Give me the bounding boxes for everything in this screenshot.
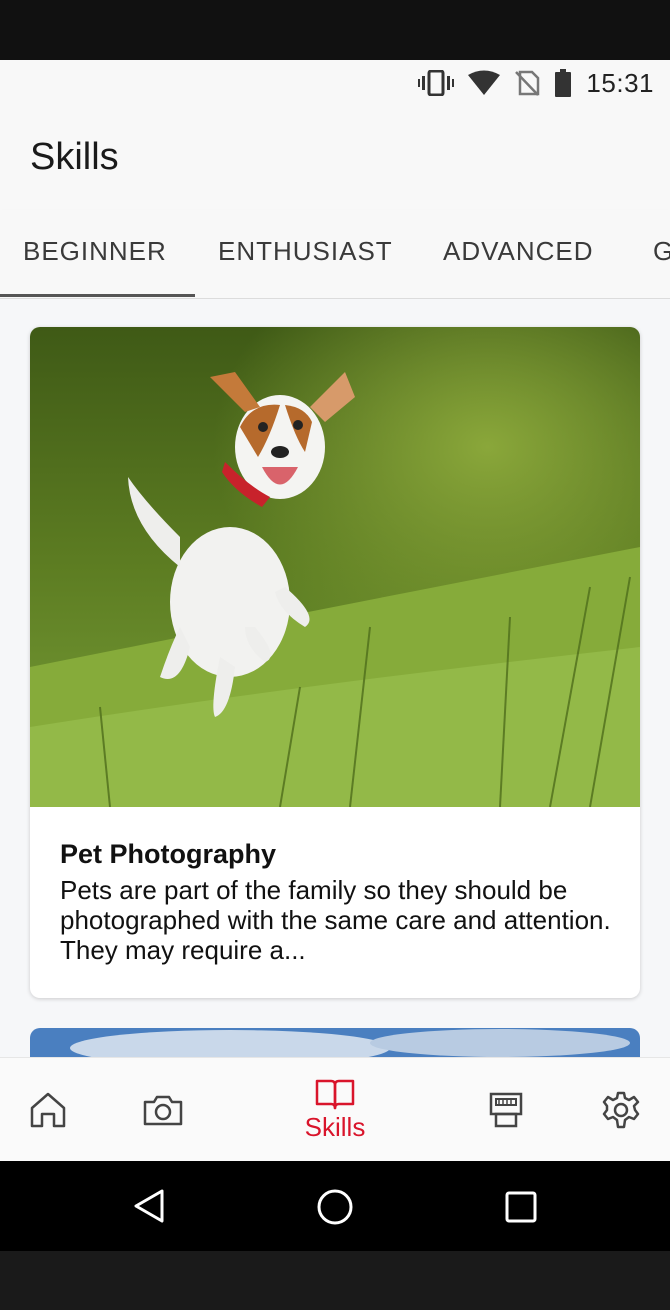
nav-skills[interactable]: Skills	[285, 1058, 385, 1162]
photo-printer-icon	[489, 1092, 523, 1128]
book-icon	[315, 1079, 355, 1109]
back-icon[interactable]	[132, 1188, 166, 1224]
recents-icon[interactable]	[504, 1190, 538, 1224]
skill-card-partial[interactable]	[30, 1028, 640, 1057]
tab-beginner[interactable]: BEGINNER	[23, 236, 167, 267]
vibrate-icon	[418, 70, 455, 96]
tab-advanced[interactable]: ADVANCED	[443, 236, 594, 267]
no-sim-icon	[515, 70, 540, 96]
home-circle-icon[interactable]	[316, 1188, 354, 1226]
nav-print[interactable]	[476, 1058, 536, 1162]
bottom-bezel	[0, 1251, 670, 1310]
card-image	[30, 327, 640, 807]
tab-partial[interactable]: G	[653, 236, 670, 267]
card-description: Pets are part of the family so they shou…	[60, 875, 611, 965]
card-title: Pet Photography	[60, 839, 277, 869]
status-time: 15:31	[586, 67, 654, 98]
nav-settings[interactable]	[591, 1058, 651, 1162]
nav-home[interactable]	[18, 1058, 78, 1162]
skill-level-tabs: BEGINNER ENTHUSIAST ADVANCED G	[0, 210, 670, 299]
top-bezel	[0, 0, 670, 60]
page-title: Skills	[30, 136, 119, 178]
battery-icon	[555, 69, 572, 97]
nav-camera[interactable]	[133, 1058, 193, 1162]
home-icon	[30, 1092, 66, 1128]
nav-skills-label: Skills	[304, 1111, 366, 1142]
app-header: Skills	[0, 106, 670, 210]
system-navigation-bar	[0, 1161, 670, 1251]
card-image-partial	[30, 1028, 640, 1057]
gear-icon	[602, 1091, 640, 1129]
status-bar: 15:31	[0, 60, 670, 106]
bottom-navigation: Skills	[0, 1057, 670, 1162]
skills-list[interactable]: Pet Photography Pets are part of the fam…	[0, 299, 670, 1057]
wifi-icon	[468, 70, 501, 95]
camera-icon	[143, 1095, 183, 1126]
skill-card[interactable]: Pet Photography Pets are part of the fam…	[30, 327, 640, 998]
tab-enthusiast[interactable]: ENTHUSIAST	[218, 236, 393, 267]
tab-selected-indicator	[0, 294, 195, 297]
